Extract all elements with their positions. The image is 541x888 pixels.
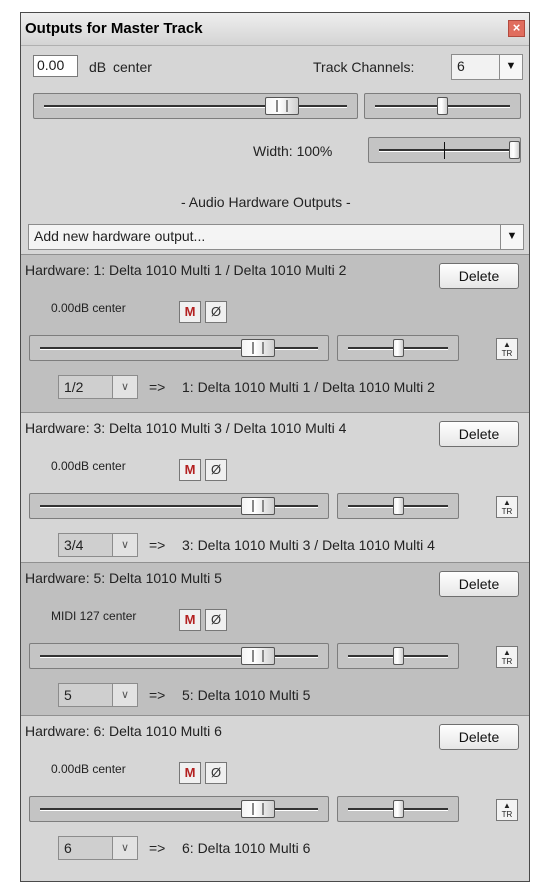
- master-db-label: dB: [89, 59, 107, 75]
- outputs-window: Outputs for Master Track × 0.00 dB cente…: [20, 12, 530, 882]
- hardware-volume-thumb[interactable]: [241, 647, 275, 665]
- channel-select[interactable]: 1/2 ∨: [58, 375, 138, 399]
- chevron-down-icon: ∨: [112, 534, 137, 556]
- hardware-pan-slider[interactable]: [337, 335, 459, 361]
- route-arrow: =>: [149, 687, 166, 703]
- mute-button[interactable]: M: [179, 459, 201, 481]
- route-arrow: =>: [149, 840, 166, 856]
- hardware-output-level: 0.00dB center: [51, 762, 126, 776]
- delete-button[interactable]: Delete: [439, 571, 519, 597]
- chevron-down-icon: ▼: [500, 225, 523, 249]
- master-volume-slider[interactable]: [33, 93, 358, 119]
- chevron-down-icon: ∨: [112, 376, 137, 398]
- chevron-down-icon: ∨: [112, 837, 137, 859]
- hardware-pan-thumb[interactable]: [393, 800, 404, 818]
- hardware-output-title: Hardware: 1: Delta 1010 Multi 1 / Delta …: [25, 262, 347, 278]
- track-routing-label: TR: [501, 657, 513, 666]
- hardware-output-section: Hardware: 1: Delta 1010 Multi 1 / Delta …: [21, 254, 529, 412]
- hardware-output-title: Hardware: 5: Delta 1010 Multi 5: [25, 570, 222, 586]
- title-bar[interactable]: Outputs for Master Track ×: [21, 13, 529, 46]
- mute-button[interactable]: M: [179, 301, 201, 323]
- up-arrow-icon: ▲: [503, 498, 511, 507]
- track-routing-label: TR: [501, 507, 513, 516]
- track-routing-icon[interactable]: ▲ TR: [496, 646, 518, 668]
- up-arrow-icon: ▲: [503, 648, 511, 657]
- window-title: Outputs for Master Track: [25, 20, 203, 37]
- up-arrow-icon: ▲: [503, 340, 511, 349]
- hardware-volume-slider[interactable]: [29, 796, 329, 822]
- master-pan-label: center: [113, 59, 152, 75]
- track-channels-label: Track Channels:: [313, 59, 415, 75]
- hardware-pan-thumb[interactable]: [393, 339, 404, 357]
- close-button[interactable]: ×: [508, 20, 525, 37]
- master-width-thumb[interactable]: [509, 141, 520, 159]
- master-width-label: Width: 100%: [253, 143, 333, 159]
- master-width-slider[interactable]: [368, 137, 521, 163]
- hardware-volume-thumb[interactable]: [241, 339, 275, 357]
- master-volume-thumb[interactable]: [265, 97, 299, 115]
- audio-hardware-outputs-heading: - Audio Hardware Outputs -: [181, 194, 351, 210]
- hardware-pan-slider[interactable]: [337, 796, 459, 822]
- hardware-output-level: 0.00dB center: [51, 301, 126, 315]
- channel-value: 1/2: [64, 379, 84, 395]
- route-arrow: =>: [149, 537, 166, 553]
- track-routing-label: TR: [501, 349, 513, 358]
- track-routing-icon[interactable]: ▲ TR: [496, 496, 518, 518]
- master-db-input[interactable]: 0.00: [33, 55, 78, 77]
- hardware-output-title: Hardware: 6: Delta 1010 Multi 6: [25, 723, 222, 739]
- add-hardware-output-select[interactable]: Add new hardware output... ▼: [28, 224, 524, 250]
- phase-invert-button[interactable]: Ø: [205, 459, 227, 481]
- add-hardware-output-value: Add new hardware output...: [34, 228, 206, 244]
- delete-button[interactable]: Delete: [439, 263, 519, 289]
- hardware-pan-thumb[interactable]: [393, 647, 404, 665]
- mute-button[interactable]: M: [179, 762, 201, 784]
- route-arrow: =>: [149, 379, 166, 395]
- delete-button[interactable]: Delete: [439, 724, 519, 750]
- master-pan-slider[interactable]: [364, 93, 521, 119]
- hardware-output-section: Hardware: 6: Delta 1010 Multi 6 Delete 0…: [21, 715, 529, 872]
- width-center-marker: [444, 142, 445, 159]
- track-channels-select[interactable]: 6 ▼: [451, 54, 523, 80]
- hardware-volume-thumb[interactable]: [241, 800, 275, 818]
- hardware-pan-slider[interactable]: [337, 493, 459, 519]
- channel-value: 6: [64, 840, 72, 856]
- hardware-destination: 1: Delta 1010 Multi 1 / Delta 1010 Multi…: [182, 379, 435, 395]
- track-routing-icon[interactable]: ▲ TR: [496, 338, 518, 360]
- hardware-destination: 5: Delta 1010 Multi 5: [182, 687, 311, 703]
- chevron-down-icon: ∨: [112, 684, 137, 706]
- hardware-output-title: Hardware: 3: Delta 1010 Multi 3 / Delta …: [25, 420, 347, 436]
- channel-value: 3/4: [64, 537, 84, 553]
- hardware-output-section: Hardware: 5: Delta 1010 Multi 5 Delete M…: [21, 562, 529, 715]
- hardware-volume-slider[interactable]: [29, 643, 329, 669]
- track-channels-value: 6: [457, 58, 465, 74]
- hardware-pan-thumb[interactable]: [393, 497, 404, 515]
- channel-select[interactable]: 6 ∨: [58, 836, 138, 860]
- chevron-down-icon: ▼: [499, 55, 522, 79]
- phase-invert-button[interactable]: Ø: [205, 762, 227, 784]
- track-routing-label: TR: [501, 810, 513, 819]
- track-routing-icon[interactable]: ▲ TR: [496, 799, 518, 821]
- hardware-destination: 3: Delta 1010 Multi 3 / Delta 1010 Multi…: [182, 537, 435, 553]
- hardware-destination: 6: Delta 1010 Multi 6: [182, 840, 311, 856]
- hardware-pan-slider[interactable]: [337, 643, 459, 669]
- hardware-output-level: MIDI 127 center: [51, 609, 137, 623]
- delete-button[interactable]: Delete: [439, 421, 519, 447]
- mute-button[interactable]: M: [179, 609, 201, 631]
- hardware-volume-thumb[interactable]: [241, 497, 275, 515]
- hardware-output-level: 0.00dB center: [51, 459, 126, 473]
- channel-value: 5: [64, 687, 72, 703]
- master-pan-thumb[interactable]: [437, 97, 448, 115]
- phase-invert-button[interactable]: Ø: [205, 609, 227, 631]
- channel-select[interactable]: 3/4 ∨: [58, 533, 138, 557]
- phase-invert-button[interactable]: Ø: [205, 301, 227, 323]
- channel-select[interactable]: 5 ∨: [58, 683, 138, 707]
- up-arrow-icon: ▲: [503, 801, 511, 810]
- hardware-volume-slider[interactable]: [29, 493, 329, 519]
- hardware-volume-slider[interactable]: [29, 335, 329, 361]
- hardware-output-section: Hardware: 3: Delta 1010 Multi 3 / Delta …: [21, 412, 529, 562]
